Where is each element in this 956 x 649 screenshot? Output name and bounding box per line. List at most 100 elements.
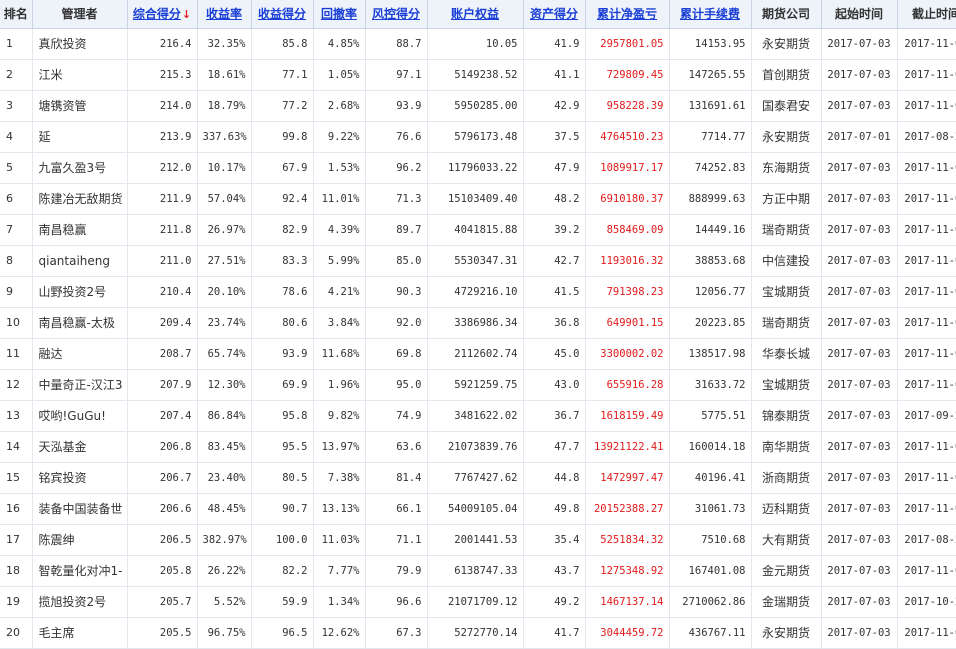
cell-asset-score: 39.2: [523, 214, 586, 246]
cell-rank: 19: [0, 586, 33, 618]
cell-rank: 1: [0, 28, 33, 60]
cell-start: 2017-07-03: [821, 369, 898, 401]
cell-equity: 5796173.48: [427, 121, 524, 153]
cell-end: 2017-11-07: [897, 90, 956, 122]
cell-drawdown: 1.53%: [313, 152, 366, 184]
cell-equity: 54009105.04: [427, 493, 524, 525]
cell-drawdown: 11.03%: [313, 524, 366, 556]
cell-rank: 6: [0, 183, 33, 215]
cell-drawdown: 13.13%: [313, 493, 366, 525]
cell-rank: 15: [0, 462, 33, 494]
cell-manager: 塘镌资管: [32, 90, 128, 122]
cell-fees: 31061.73: [669, 493, 752, 525]
cell-net-profit: 1089917.17: [585, 152, 670, 184]
cell-asset-score: 41.5: [523, 276, 586, 308]
col-end-header: 截止时间: [897, 0, 956, 29]
cell-return-rate: 48.45%: [197, 493, 252, 525]
cell-end: 2017-08-28: [897, 524, 956, 556]
cell-drawdown: 13.97%: [313, 431, 366, 463]
cell-end: 2017-11-07: [897, 493, 956, 525]
cell-start: 2017-07-03: [821, 586, 898, 618]
cell-manager: 哎哟!GuGu!: [32, 400, 128, 432]
cell-company: 华泰长城: [751, 338, 822, 370]
cell-risk-score: 88.7: [365, 28, 428, 60]
composite-label[interactable]: 综合得分: [133, 7, 181, 21]
cell-equity: 5149238.52: [427, 59, 524, 91]
cell-rank: 12: [0, 369, 33, 401]
cell-drawdown: 1.96%: [313, 369, 366, 401]
cell-net-profit: 1618159.49: [585, 400, 670, 432]
cell-net-profit: 3044459.72: [585, 617, 670, 649]
cell-end: 2017-11-07: [897, 338, 956, 370]
cell-return-rate: 18.61%: [197, 59, 252, 91]
cell-equity: 15103409.40: [427, 183, 524, 215]
col-start-header: 起始时间: [821, 0, 898, 29]
cell-asset-score: 47.7: [523, 431, 586, 463]
cell-end: 2017-10-24: [897, 586, 956, 618]
cell-rank: 4: [0, 121, 33, 153]
table-row: 5 九富久盈3号 212.0 10.17% 67.9 1.53% 96.2 11796033.…: [0, 152, 956, 184]
cell-composite: 211.0: [127, 245, 198, 277]
cell-rank: 7: [0, 214, 33, 246]
cell-rank: 8: [0, 245, 33, 277]
cell-equity: 21073839.76: [427, 431, 524, 463]
cell-asset-score: 44.8: [523, 462, 586, 494]
cell-composite: 208.7: [127, 338, 198, 370]
cell-end: 2017-11-07: [897, 276, 956, 308]
cell-return-rate: 32.35%: [197, 28, 252, 60]
cell-asset-score: 42.9: [523, 90, 586, 122]
cell-net-profit: 1472997.47: [585, 462, 670, 494]
table-row: 14 天泓基金 206.8 83.45% 95.5 13.97% 63.6 21073839.…: [0, 431, 956, 463]
cell-composite: 205.5: [127, 617, 198, 649]
cell-equity: 5950285.00: [427, 90, 524, 122]
cell-manager: 陈建冶无敌期货: [32, 183, 128, 215]
cell-return-score: 80.6: [251, 307, 314, 339]
cell-asset-score: 35.4: [523, 524, 586, 556]
cell-net-profit: 649901.15: [585, 307, 670, 339]
cell-risk-score: 66.1: [365, 493, 428, 525]
col-composite-header[interactable]: 综合得分↓: [127, 0, 198, 29]
cell-composite: 211.8: [127, 214, 198, 246]
header-row: 排名 管理者 综合得分↓ 收益率 收益得分 回撤率 风控得分 账户权益 资产得分…: [0, 0, 956, 29]
cell-fees: 7714.77: [669, 121, 752, 153]
cell-drawdown: 1.05%: [313, 59, 366, 91]
cell-fees: 31633.72: [669, 369, 752, 401]
cell-end: 2017-08-28: [897, 121, 956, 153]
col-equity-header[interactable]: 账户权益: [427, 0, 524, 29]
col-return-score-header[interactable]: 收益得分: [251, 0, 314, 29]
cell-risk-score: 92.0: [365, 307, 428, 339]
cell-manager: 南昌稳赢-太极: [32, 307, 128, 339]
cell-company: 金元期货: [751, 555, 822, 587]
cell-fees: 74252.83: [669, 152, 752, 184]
cell-risk-score: 96.6: [365, 586, 428, 618]
cell-company: 锦泰期货: [751, 400, 822, 432]
cell-asset-score: 36.8: [523, 307, 586, 339]
cell-company: 国泰君安: [751, 90, 822, 122]
cell-company: 宝城期货: [751, 276, 822, 308]
cell-asset-score: 49.8: [523, 493, 586, 525]
col-risk-score-header[interactable]: 风控得分: [365, 0, 428, 29]
cell-manager: 延: [32, 121, 128, 153]
cell-asset-score: 41.7: [523, 617, 586, 649]
cell-start: 2017-07-03: [821, 431, 898, 463]
cell-manager: 山野投资2号: [32, 276, 128, 308]
col-asset-score-header[interactable]: 资产得分: [523, 0, 586, 29]
cell-equity: 7767427.62: [427, 462, 524, 494]
cell-manager: 真欣投资: [32, 28, 128, 60]
cell-rank: 17: [0, 524, 33, 556]
cell-risk-score: 74.9: [365, 400, 428, 432]
cell-manager: 装备中国装备世: [32, 493, 128, 525]
cell-risk-score: 81.4: [365, 462, 428, 494]
cell-risk-score: 71.1: [365, 524, 428, 556]
col-net-profit-header[interactable]: 累计净盈亏: [585, 0, 670, 29]
cell-rank: 20: [0, 617, 33, 649]
table-row: 18 智乾量化对冲1- 205.8 26.22% 82.2 7.77% 79.9 613874…: [0, 555, 956, 587]
cell-drawdown: 12.62%: [313, 617, 366, 649]
col-fees-header[interactable]: 累计手续费: [669, 0, 752, 29]
cell-net-profit: 729809.45: [585, 59, 670, 91]
col-return-rate-header[interactable]: 收益率: [197, 0, 252, 29]
col-drawdown-header[interactable]: 回撤率: [313, 0, 366, 29]
sort-down-arrow-icon: ↓: [181, 8, 192, 22]
cell-manager: 揽旭投资2号: [32, 586, 128, 618]
cell-equity: 3386986.34: [427, 307, 524, 339]
